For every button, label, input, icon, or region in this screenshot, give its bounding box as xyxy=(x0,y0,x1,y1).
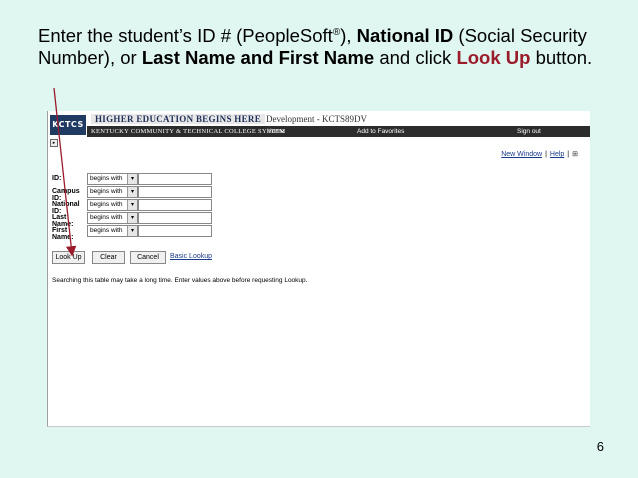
slide-number: 6 xyxy=(596,439,604,454)
pointer-arrow xyxy=(53,87,77,257)
